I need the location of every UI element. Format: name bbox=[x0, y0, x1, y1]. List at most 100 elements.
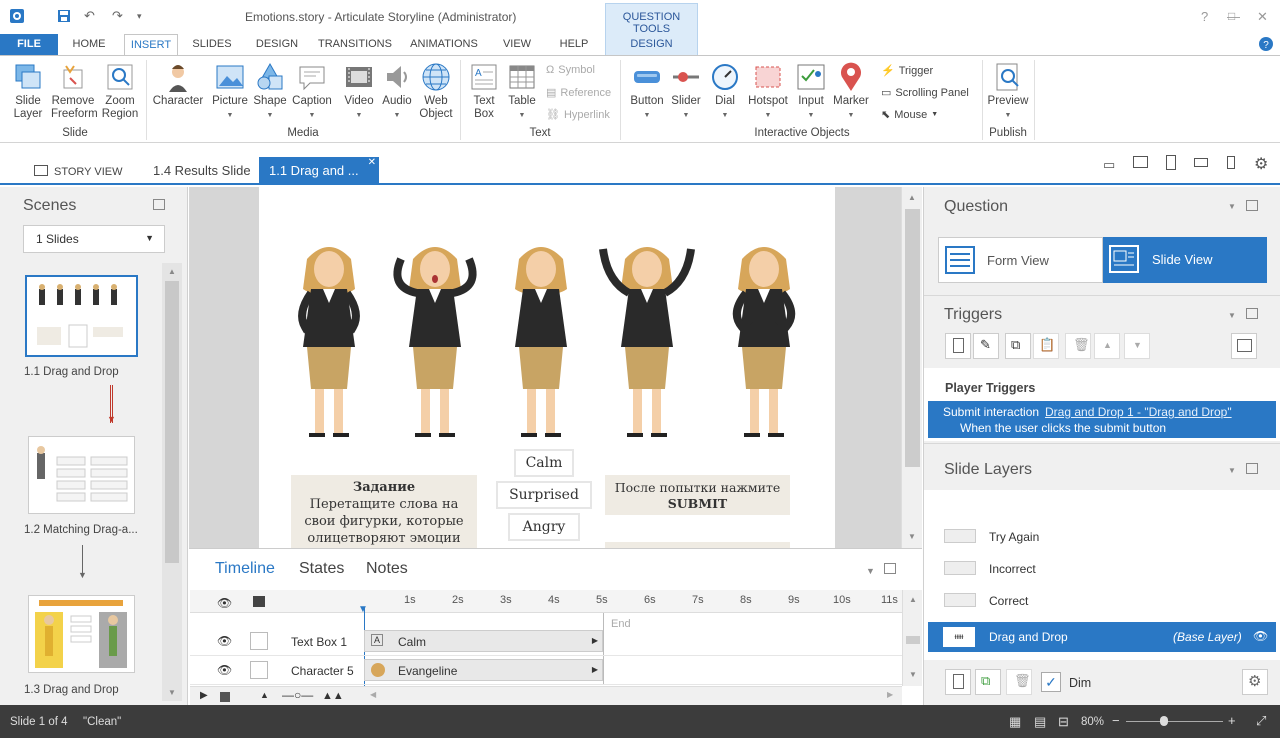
caption-button[interactable]: Caption ▼ bbox=[290, 62, 334, 122]
move-up-button[interactable]: ▲ bbox=[1094, 333, 1120, 359]
tab-animations[interactable]: ANIMATIONS bbox=[406, 34, 482, 55]
lock-checkbox[interactable] bbox=[250, 661, 268, 679]
preview-button[interactable]: Preview ▼ bbox=[986, 62, 1030, 122]
trigger-link[interactable]: Drag and Drop 1 - "Drag and Drop" bbox=[1045, 405, 1232, 419]
scenes-scrollbar[interactable]: ▲ ▼ bbox=[162, 263, 182, 701]
scenes-scroll-thumb[interactable] bbox=[165, 281, 179, 563]
slide-3-label[interactable]: 1.3 Drag and Drop bbox=[24, 684, 119, 696]
help-question-mark-icon[interactable]: ? bbox=[1201, 9, 1208, 24]
slide-stage[interactable]: Задание Перетащите слова на свои фигурки… bbox=[259, 187, 835, 548]
audio-dropdown-icon[interactable]: ▼ bbox=[378, 109, 416, 122]
lock-checkbox[interactable] bbox=[250, 632, 268, 650]
scroll-down-icon[interactable]: ▼ bbox=[909, 670, 917, 679]
collapse-icon[interactable]: ▼ bbox=[1228, 202, 1236, 211]
table-dropdown-icon[interactable]: ▼ bbox=[502, 109, 542, 122]
marker-dropdown-icon[interactable]: ▼ bbox=[830, 109, 872, 122]
hotspot-button[interactable]: Hotspot ▼ bbox=[744, 62, 792, 122]
delete-trigger-button[interactable]: 🗑 bbox=[1065, 333, 1091, 359]
eye-header-icon[interactable]: 👁 bbox=[217, 596, 232, 610]
reference-button[interactable]: ▤ Reference bbox=[546, 86, 611, 100]
timeline-vertical-scrollbar[interactable]: ▲ ▼ bbox=[902, 590, 922, 686]
word-calm[interactable]: Calm bbox=[514, 449, 574, 477]
picture-dropdown-icon[interactable]: ▼ bbox=[210, 109, 250, 122]
canvas-scroll-thumb[interactable] bbox=[905, 209, 920, 467]
timeline-row[interactable]: 👁 Character 5 Evangeline ▶ bbox=[190, 656, 902, 685]
timeline-row[interactable]: 👁 Text Box 1 A Calm ▶ bbox=[190, 627, 902, 656]
phone-landscape-icon[interactable] bbox=[1194, 158, 1208, 167]
remove-freeform-button[interactable]: Remove Freeform bbox=[50, 62, 98, 121]
row-name[interactable]: Character 5 bbox=[291, 664, 354, 678]
task-textbox[interactable]: Задание Перетащите слова на свои фигурки… bbox=[291, 475, 477, 548]
save-icon[interactable] bbox=[57, 9, 71, 23]
mouse-button[interactable]: ⬉ Mouse ▼ bbox=[881, 108, 938, 122]
slide-thumbnail-3[interactable] bbox=[28, 595, 135, 673]
slide-view-button[interactable]: Slide View bbox=[1103, 237, 1267, 283]
close-window-icon[interactable]: ✕ bbox=[1257, 9, 1268, 25]
video-dropdown-icon[interactable]: ▼ bbox=[340, 109, 378, 122]
normal-view-icon[interactable]: ▤ bbox=[1034, 714, 1046, 730]
character-angry[interactable] bbox=[515, 247, 567, 437]
timeline-zoom-slider[interactable]: —○— bbox=[282, 688, 313, 702]
layer-incorrect[interactable]: Incorrect bbox=[924, 555, 1280, 585]
word-angry[interactable]: Angry bbox=[508, 513, 580, 541]
undo-icon[interactable]: ↶ bbox=[84, 8, 95, 24]
tab-timeline[interactable]: Timeline bbox=[215, 560, 275, 578]
scenes-dropdown[interactable]: 1 Slides ▼ bbox=[23, 225, 165, 253]
slider-dropdown-icon[interactable]: ▼ bbox=[666, 109, 706, 122]
scroll-up-icon[interactable]: ▲ bbox=[909, 595, 917, 604]
phone-portrait-icon[interactable] bbox=[1227, 156, 1235, 169]
tablet-portrait-icon[interactable] bbox=[1166, 155, 1176, 170]
shape-dropdown-icon[interactable]: ▼ bbox=[252, 109, 288, 122]
close-tab-icon[interactable]: ✕ bbox=[368, 157, 376, 168]
picture-button[interactable]: Picture ▼ bbox=[210, 62, 250, 122]
manage-variables-button[interactable] bbox=[1231, 333, 1257, 359]
tab-states[interactable]: States bbox=[299, 560, 344, 578]
float-icon[interactable] bbox=[1246, 463, 1258, 474]
zoom-region-button[interactable]: Zoom Region bbox=[98, 62, 142, 121]
object-bar-calm[interactable]: A Calm ▶ bbox=[364, 630, 603, 652]
dial-button[interactable]: Dial ▼ bbox=[706, 62, 744, 122]
scrolling-panel-button[interactable]: ▭ Scrolling Panel bbox=[881, 86, 969, 100]
character-surprised[interactable] bbox=[393, 247, 477, 437]
video-button[interactable]: Video ▼ bbox=[340, 62, 378, 122]
delete-layer-button[interactable]: 🗑 bbox=[1006, 669, 1032, 695]
marker-button[interactable]: Marker ▼ bbox=[830, 62, 872, 122]
trigger-item[interactable]: Submit interaction Drag and Drop 1 - "Dr… bbox=[928, 401, 1276, 438]
tab-insert[interactable]: INSERT bbox=[124, 34, 178, 55]
slide-2-label[interactable]: 1.2 Matching Drag-a... bbox=[24, 524, 138, 536]
hyperlink-button[interactable]: ⛓ Hyperlink bbox=[546, 108, 610, 122]
help-icon[interactable]: ? bbox=[1258, 36, 1274, 52]
object-bar-evangeline[interactable]: Evangeline ▶ bbox=[364, 659, 603, 681]
zoom-out-mountain-icon[interactable]: ▲ bbox=[260, 690, 269, 700]
button-button[interactable]: Button ▼ bbox=[626, 62, 668, 122]
table-button[interactable]: Table ▼ bbox=[502, 62, 542, 122]
button-dropdown-icon[interactable]: ▼ bbox=[626, 109, 668, 122]
tab-home[interactable]: HOME bbox=[68, 34, 110, 55]
copy-trigger-button[interactable]: ⧉ bbox=[1005, 333, 1031, 359]
story-view-status-icon[interactable]: ▦ bbox=[1009, 714, 1021, 730]
text-box-button[interactable]: A Text Box bbox=[464, 62, 504, 121]
eye-icon[interactable]: 👁 bbox=[217, 663, 232, 677]
fit-to-window-icon[interactable]: ⤢ bbox=[1256, 713, 1266, 729]
restore-icon[interactable]: □ bbox=[1228, 9, 1235, 23]
new-trigger-button[interactable] bbox=[945, 333, 971, 359]
float-icon[interactable] bbox=[1246, 200, 1258, 211]
caption-dropdown-icon[interactable]: ▼ bbox=[290, 109, 334, 122]
scroll-left-icon[interactable]: ◀ bbox=[370, 690, 376, 699]
zoom-slider-thumb[interactable] bbox=[1160, 716, 1168, 726]
zoom-slider[interactable] bbox=[1126, 721, 1223, 722]
tab-design[interactable]: DESIGN bbox=[252, 34, 302, 55]
row-name[interactable]: Text Box 1 bbox=[291, 635, 347, 649]
shape-button[interactable]: Shape ▼ bbox=[252, 62, 288, 122]
tab-question-design[interactable]: DESIGN bbox=[605, 34, 698, 55]
paste-trigger-button[interactable]: 📋 bbox=[1033, 333, 1059, 359]
collapse-icon[interactable]: ▼ bbox=[1228, 311, 1236, 320]
character-happy[interactable] bbox=[599, 247, 695, 437]
scroll-up-icon[interactable]: ▲ bbox=[908, 193, 916, 202]
float-icon[interactable] bbox=[1246, 308, 1258, 319]
lock-header-icon[interactable] bbox=[253, 596, 265, 607]
slider-button[interactable]: Slider ▼ bbox=[666, 62, 706, 122]
stop-icon[interactable] bbox=[220, 692, 230, 702]
scroll-down-icon[interactable]: ▼ bbox=[908, 532, 916, 541]
dial-dropdown-icon[interactable]: ▼ bbox=[706, 109, 744, 122]
